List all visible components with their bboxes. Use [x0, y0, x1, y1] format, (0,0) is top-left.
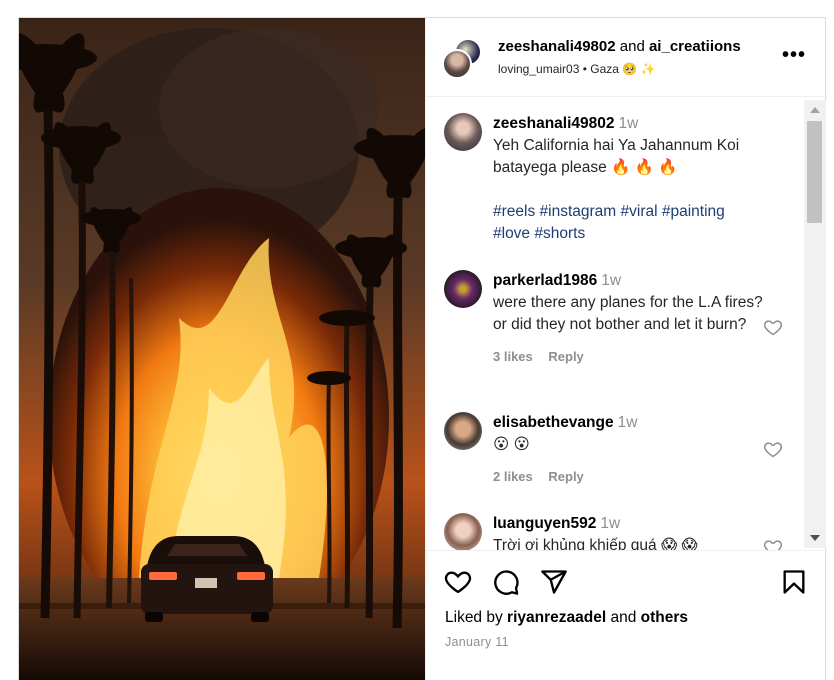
- liked-by-user-link[interactable]: riyanrezaadel: [507, 609, 606, 626]
- audio-or-user-link[interactable]: loving_umair03: [498, 62, 579, 76]
- owners-avatar-stack[interactable]: [442, 38, 484, 80]
- post-actions-section: Liked by riyanrezaadel and others Januar…: [426, 550, 827, 680]
- comment-time: 1w: [600, 515, 621, 532]
- liked-by-line: Liked by riyanrezaadel and others: [445, 609, 688, 627]
- hashtags-text[interactable]: #reels #instagram #viral #painting #love…: [493, 201, 763, 245]
- share-icon[interactable]: [540, 568, 568, 596]
- more-options-icon[interactable]: •••: [782, 44, 806, 67]
- comment-username[interactable]: zeeshanali49802: [493, 115, 615, 132]
- post-date[interactable]: January 11: [445, 635, 509, 649]
- comment-username[interactable]: parkerlad1986: [493, 272, 597, 289]
- location-link[interactable]: Gaza 🥺 ✨: [590, 62, 655, 76]
- reply-button[interactable]: Reply: [548, 349, 583, 364]
- comment-text: were there any planes for the L.A fires?…: [493, 294, 763, 333]
- avatar[interactable]: [444, 113, 482, 151]
- comments-scrollbar[interactable]: [804, 100, 826, 548]
- comment-time: 1w: [618, 115, 639, 132]
- comments-list[interactable]: zeeshanali49802 1w Yeh California hai Ya …: [426, 98, 827, 550]
- heart-icon[interactable]: [763, 317, 783, 337]
- comment-username[interactable]: elisabethevange: [493, 414, 614, 431]
- heart-icon[interactable]: [444, 568, 472, 596]
- liked-by-others-link[interactable]: others: [641, 609, 688, 626]
- scrollbar-thumb[interactable]: [807, 121, 822, 223]
- avatar[interactable]: [444, 513, 482, 550]
- separator-dot: •: [582, 62, 587, 76]
- avatar[interactable]: [442, 49, 472, 79]
- post-header: zeeshanali49802 and ai_creatiions loving…: [426, 18, 827, 97]
- reply-button[interactable]: Reply: [548, 469, 583, 484]
- comment-meta: 3 likes Reply: [493, 346, 763, 368]
- post-details-panel: zeeshanali49802 and ai_creatiions loving…: [425, 18, 827, 680]
- post-subline: loving_umair03 • Gaza 🥺 ✨: [498, 62, 656, 76]
- scroll-down-arrow-icon[interactable]: [810, 535, 820, 541]
- heart-icon[interactable]: [763, 537, 783, 550]
- instagram-post-dialog: zeeshanali49802 and ai_creatiions loving…: [18, 17, 827, 680]
- comment-likes-count[interactable]: 3 likes: [493, 349, 533, 364]
- comment-meta: 2 likes Reply: [493, 466, 763, 488]
- avatar[interactable]: [444, 270, 482, 308]
- comment-likes-count[interactable]: 2 likes: [493, 469, 533, 484]
- comment-text: Yeh California hai Ya Jahannum Koi batay…: [493, 137, 740, 176]
- liked-by-prefix: Liked by: [445, 609, 503, 626]
- heart-icon[interactable]: [763, 439, 783, 459]
- bookmark-icon[interactable]: [780, 568, 808, 596]
- owners-conjunction: and: [619, 38, 645, 55]
- comment-text: 😮 😮: [493, 436, 530, 453]
- post-image[interactable]: [19, 18, 425, 680]
- owner-username-link[interactable]: zeeshanali49802: [498, 38, 616, 55]
- comment-time: 1w: [617, 414, 638, 431]
- comment-username[interactable]: luanguyen592: [493, 515, 596, 532]
- coauthor-username-link[interactable]: ai_creatiions: [649, 38, 741, 55]
- comment-text: Trời ơi khủng khiếp quá 😱 😱: [493, 537, 698, 550]
- scroll-up-arrow-icon[interactable]: [810, 107, 820, 113]
- comment-time: 1w: [601, 272, 622, 289]
- comment-icon[interactable]: [492, 568, 520, 596]
- avatar[interactable]: [444, 412, 482, 450]
- liked-by-and: and: [610, 609, 637, 626]
- post-owners: zeeshanali49802 and ai_creatiions: [498, 38, 741, 55]
- burning-street-illustration: [19, 18, 425, 680]
